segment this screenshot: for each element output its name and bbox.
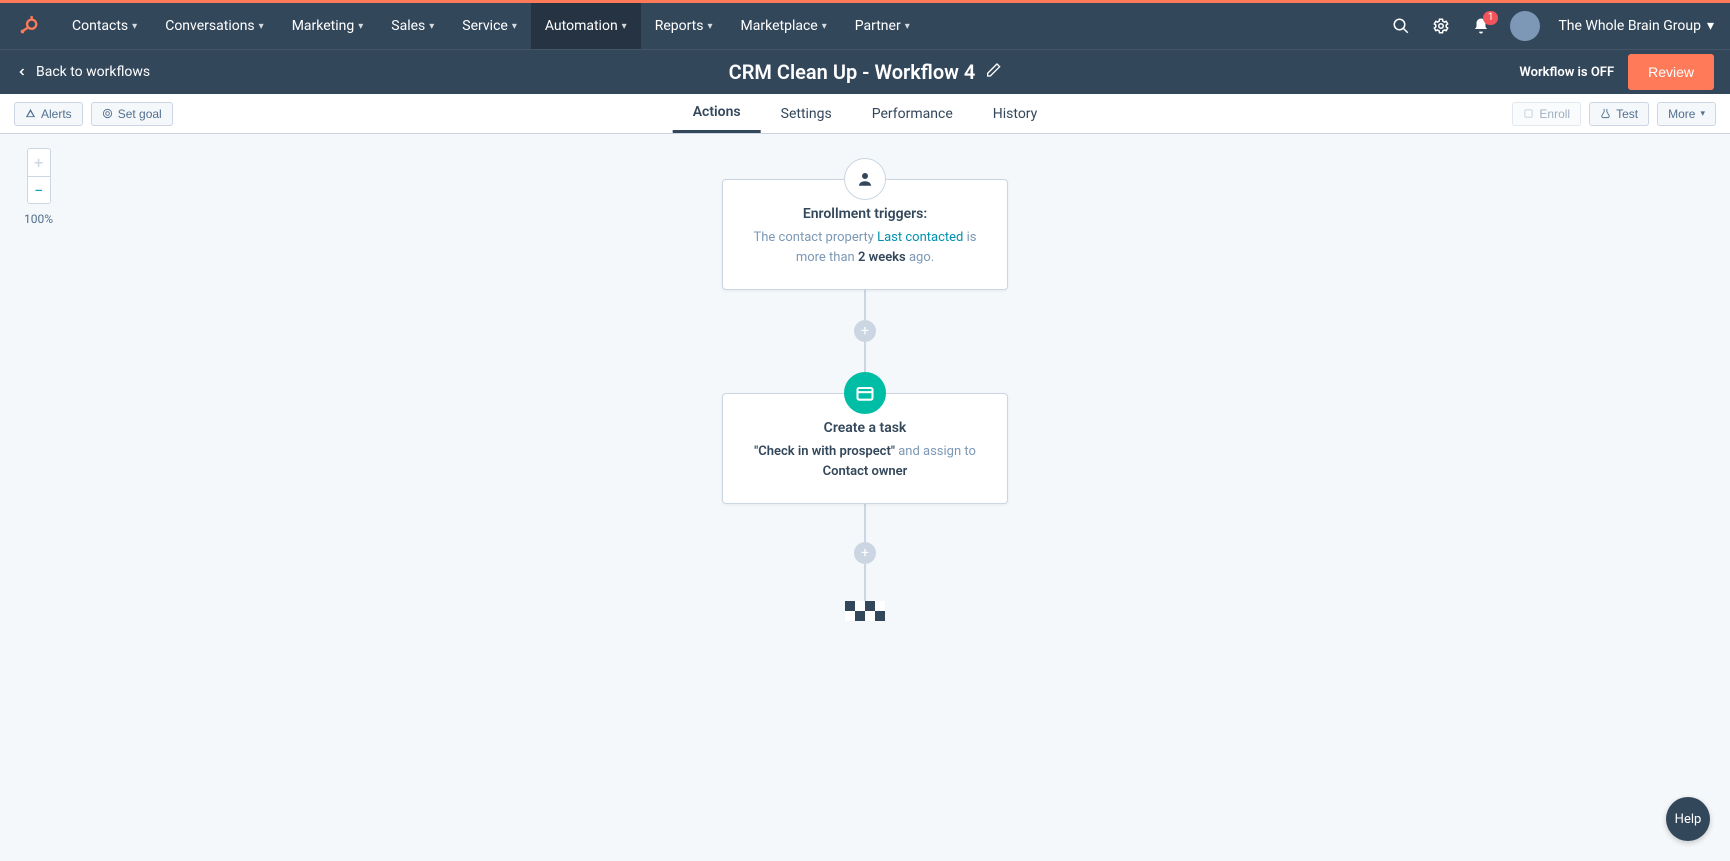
chevron-down-icon: ▾ <box>259 21 264 32</box>
tabs-center: Actions Settings Performance History <box>673 94 1058 133</box>
nav-label: Reports <box>655 18 704 34</box>
account-menu[interactable]: The Whole Brain Group ▾ <box>1558 18 1714 34</box>
enroll-label: Enroll <box>1539 107 1570 121</box>
nav-label: Contacts <box>72 18 128 34</box>
review-button[interactable]: Review <box>1628 54 1714 90</box>
help-button[interactable]: Help <box>1666 797 1710 841</box>
workflow-title: CRM Clean Up - Workflow 4 <box>729 60 976 84</box>
notification-badge: 1 <box>1483 11 1499 25</box>
top-nav: Contacts▾ Conversations▾ Marketing▾ Sale… <box>0 3 1730 49</box>
set-goal-label: Set goal <box>118 107 162 121</box>
task-card-body: "Check in with prospect" and assign to C… <box>743 442 987 481</box>
zoom-controls: + − 100% <box>24 148 53 226</box>
nav-automation[interactable]: Automation ▾ <box>531 3 641 49</box>
test-label: Test <box>1616 107 1638 121</box>
tabs-bar: Alerts Set goal Actions Settings Perform… <box>0 94 1730 134</box>
alerts-label: Alerts <box>41 107 72 121</box>
more-button[interactable]: More ▾ <box>1657 102 1716 126</box>
tabs-right: Enroll Test More ▾ <box>1512 102 1716 126</box>
tab-history[interactable]: History <box>973 94 1058 133</box>
add-action-button[interactable]: + <box>854 542 876 564</box>
chevron-down-icon: ▾ <box>1700 108 1705 119</box>
task-assignee: Contact owner <box>823 464 908 479</box>
task-name: "Check in with prospect" <box>754 444 895 459</box>
nav-service[interactable]: Service ▾ <box>448 3 531 49</box>
trigger-suffix: ago. <box>906 250 934 265</box>
nav-label: Marketplace <box>741 18 818 34</box>
nav-marketplace[interactable]: Marketplace ▾ <box>727 3 841 49</box>
tabs-left: Alerts Set goal <box>14 102 173 126</box>
chevron-down-icon: ▾ <box>358 21 363 32</box>
search-icon[interactable] <box>1390 15 1412 37</box>
chevron-down-icon: ▾ <box>132 21 137 32</box>
bell-icon[interactable]: 1 <box>1470 15 1492 37</box>
workflow-status: Workflow is OFF <box>1519 65 1614 80</box>
task-icon[interactable] <box>844 372 886 414</box>
chevron-down-icon: ▾ <box>822 21 827 32</box>
tab-settings[interactable]: Settings <box>761 94 852 133</box>
more-label: More <box>1668 107 1695 121</box>
zoom-level: 100% <box>24 212 53 226</box>
chevron-down-icon: ▾ <box>512 21 517 32</box>
nav-items: Contacts▾ Conversations▾ Marketing▾ Sale… <box>58 3 924 49</box>
nav-label: Service <box>462 18 508 34</box>
avatar[interactable] <box>1510 11 1540 41</box>
workflow-header: Back to workflows CRM Clean Up - Workflo… <box>0 49 1730 94</box>
workflow-canvas[interactable]: + − 100% Enrollment triggers: The contac… <box>0 134 1730 861</box>
alerts-button[interactable]: Alerts <box>14 102 83 126</box>
account-name-label: The Whole Brain Group <box>1558 18 1701 34</box>
gear-icon[interactable] <box>1430 15 1452 37</box>
connector-line <box>864 564 866 602</box>
enrollment-trigger-title: Enrollment triggers: <box>743 206 987 222</box>
connector-line <box>864 342 866 372</box>
nav-label: Partner <box>855 18 901 34</box>
zoom-out-button[interactable]: − <box>27 176 51 204</box>
chevron-down-icon: ▾ <box>622 21 627 32</box>
help-label: Help <box>1675 812 1702 827</box>
trigger-value: 2 weeks <box>858 250 906 265</box>
trigger-property: Last contacted <box>877 230 963 245</box>
connector-line <box>864 290 866 320</box>
workflow-title-wrap: CRM Clean Up - Workflow 4 <box>729 60 1002 84</box>
connector-line <box>864 504 866 542</box>
nav-label: Automation <box>545 18 618 34</box>
hubspot-logo-icon[interactable] <box>16 14 40 38</box>
nav-conversations[interactable]: Conversations ▾ <box>151 3 278 49</box>
nav-label: Marketing <box>292 18 355 34</box>
tab-performance[interactable]: Performance <box>852 94 973 133</box>
trigger-prefix: The contact property <box>754 230 878 245</box>
task-card-title: Create a task <box>743 420 987 436</box>
task-mid: and assign to <box>895 444 976 459</box>
chevron-down-icon: ▾ <box>1707 18 1714 34</box>
nav-partner[interactable]: Partner ▾ <box>841 3 924 49</box>
test-button[interactable]: Test <box>1589 102 1649 126</box>
person-icon[interactable] <box>844 158 886 200</box>
set-goal-button[interactable]: Set goal <box>91 102 173 126</box>
workflow-end-marker <box>845 601 885 621</box>
chevron-down-icon: ▾ <box>905 21 910 32</box>
nav-right: 1 The Whole Brain Group ▾ <box>1390 11 1714 41</box>
chevron-down-icon: ▾ <box>429 21 434 32</box>
nav-label: Sales <box>391 18 425 34</box>
nav-sales[interactable]: Sales ▾ <box>377 3 448 49</box>
enrollment-trigger-body: The contact property Last contacted is m… <box>743 228 987 267</box>
add-action-button[interactable]: + <box>854 320 876 342</box>
pencil-icon[interactable] <box>985 62 1001 82</box>
nav-label: Conversations <box>165 18 254 34</box>
nav-reports[interactable]: Reports ▾ <box>641 3 727 49</box>
enroll-button: Enroll <box>1512 102 1581 126</box>
back-to-workflows-link[interactable]: Back to workflows <box>16 64 150 80</box>
workflow-flow: Enrollment triggers: The contact propert… <box>722 158 1008 621</box>
nav-marketing[interactable]: Marketing▾ <box>278 3 378 49</box>
nav-contacts[interactable]: Contacts ▾ <box>58 3 151 49</box>
tab-actions[interactable]: Actions <box>673 94 761 133</box>
back-label: Back to workflows <box>36 64 150 80</box>
chevron-down-icon: ▾ <box>708 21 713 32</box>
subheader-right: Workflow is OFF Review <box>1519 54 1714 90</box>
zoom-in-button[interactable]: + <box>27 148 51 176</box>
